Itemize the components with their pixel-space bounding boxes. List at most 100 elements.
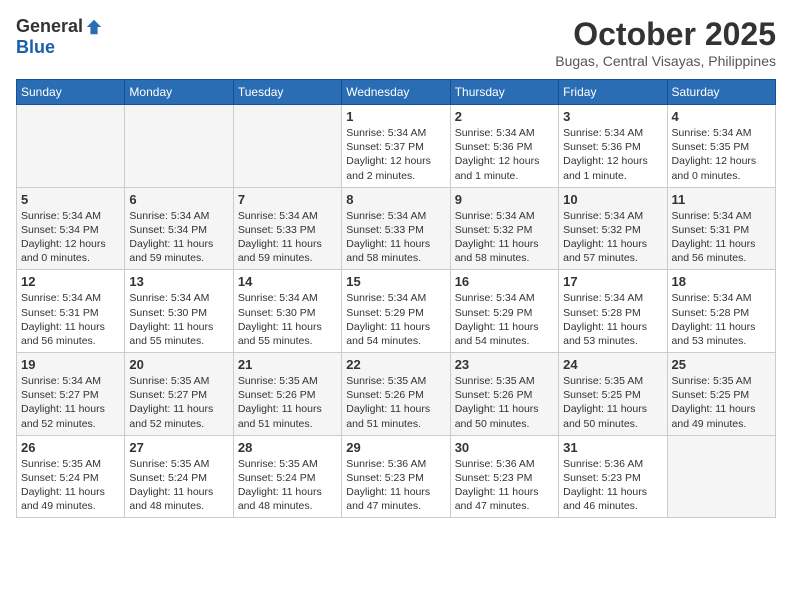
day-info: Sunrise: 5:34 AM Sunset: 5:30 PM Dayligh…	[238, 291, 337, 348]
day-number: 18	[672, 274, 771, 289]
calendar-cell: 19 Sunrise: 5:34 AM Sunset: 5:27 PM Dayli…	[17, 353, 125, 436]
month-title: October 2025	[555, 16, 776, 53]
calendar-cell: 28Sunrise: 5:35 AM Sunset: 5:24 PM Dayli…	[233, 435, 341, 518]
day-info: Sunrise: 5:34 AM Sunset: 5:31 PM Dayligh…	[672, 209, 771, 266]
calendar-cell: 2Sunrise: 5:34 AM Sunset: 5:36 PM Daylig…	[450, 105, 558, 188]
logo-blue-text: Blue	[16, 37, 55, 57]
calendar-cell: 24Sunrise: 5:35 AM Sunset: 5:25 PM Dayli…	[559, 353, 667, 436]
calendar-cell: 31 Sunrise: 5:36 AM Sunset: 5:23 PM Dayli…	[559, 435, 667, 518]
day-number: 6	[129, 192, 228, 207]
day-info: Sunrise: 5:35 AM Sunset: 5:24 PM Dayligh…	[21, 457, 120, 514]
weekday-header: Tuesday	[233, 80, 341, 105]
calendar-cell: 21 Sunrise: 5:35 AM Sunset: 5:26 PM Dayli…	[233, 353, 341, 436]
day-info: Sunrise: 5:34 AM Sunset: 5:34 PM Dayligh…	[129, 209, 228, 266]
day-number: 16	[455, 274, 554, 289]
calendar-table: SundayMondayTuesdayWednesdayThursdayFrid…	[16, 79, 776, 518]
day-info: Sunrise: 5:34 AM Sunset: 5:29 PM Dayligh…	[346, 291, 445, 348]
day-number: 21	[238, 357, 337, 372]
day-number: 11	[672, 192, 771, 207]
day-info: Sunrise: 5:34 AM Sunset: 5:36 PM Dayligh…	[563, 126, 662, 183]
calendar-cell: 27Sunrise: 5:35 AM Sunset: 5:24 PM Dayli…	[125, 435, 233, 518]
day-number: 5	[21, 192, 120, 207]
day-info: Sunrise: 5:34 AM Sunset: 5:32 PM Dayligh…	[563, 209, 662, 266]
calendar-week-row: 19 Sunrise: 5:34 AM Sunset: 5:27 PM Dayli…	[17, 353, 776, 436]
logo-general-text: General	[16, 16, 83, 37]
day-number: 3	[563, 109, 662, 124]
calendar-cell: 5 Sunrise: 5:34 AM Sunset: 5:34 PM Daylig…	[17, 187, 125, 270]
day-number: 15	[346, 274, 445, 289]
calendar-cell: 22 Sunrise: 5:35 AM Sunset: 5:26 PM Dayli…	[342, 353, 450, 436]
logo: General Blue	[16, 16, 103, 58]
day-info: Sunrise: 5:34 AM Sunset: 5:28 PM Dayligh…	[563, 291, 662, 348]
calendar-cell	[17, 105, 125, 188]
calendar-cell: 14 Sunrise: 5:34 AM Sunset: 5:30 PM Dayli…	[233, 270, 341, 353]
day-number: 12	[21, 274, 120, 289]
title-section: October 2025 Bugas, Central Visayas, Phi…	[555, 16, 776, 69]
calendar-cell: 20Sunrise: 5:35 AM Sunset: 5:27 PM Dayli…	[125, 353, 233, 436]
day-info: Sunrise: 5:35 AM Sunset: 5:26 PM Dayligh…	[346, 374, 445, 431]
day-number: 31	[563, 440, 662, 455]
day-number: 20	[129, 357, 228, 372]
calendar-cell: 12 Sunrise: 5:34 AM Sunset: 5:31 PM Dayli…	[17, 270, 125, 353]
day-info: Sunrise: 5:34 AM Sunset: 5:32 PM Dayligh…	[455, 209, 554, 266]
day-info: Sunrise: 5:35 AM Sunset: 5:25 PM Dayligh…	[563, 374, 662, 431]
day-info: Sunrise: 5:34 AM Sunset: 5:30 PM Dayligh…	[129, 291, 228, 348]
day-info: Sunrise: 5:34 AM Sunset: 5:27 PM Dayligh…	[21, 374, 120, 431]
weekday-header: Wednesday	[342, 80, 450, 105]
day-number: 17	[563, 274, 662, 289]
day-number: 9	[455, 192, 554, 207]
calendar-cell: 23Sunrise: 5:35 AM Sunset: 5:26 PM Dayli…	[450, 353, 558, 436]
calendar-cell: 8Sunrise: 5:34 AM Sunset: 5:33 PM Daylig…	[342, 187, 450, 270]
day-number: 19	[21, 357, 120, 372]
day-info: Sunrise: 5:34 AM Sunset: 5:34 PM Dayligh…	[21, 209, 120, 266]
day-info: Sunrise: 5:34 AM Sunset: 5:29 PM Dayligh…	[455, 291, 554, 348]
day-number: 26	[21, 440, 120, 455]
calendar-week-row: 26 Sunrise: 5:35 AM Sunset: 5:24 PM Dayli…	[17, 435, 776, 518]
day-info: Sunrise: 5:35 AM Sunset: 5:24 PM Dayligh…	[238, 457, 337, 514]
day-number: 7	[238, 192, 337, 207]
day-number: 8	[346, 192, 445, 207]
calendar-cell: 30 Sunrise: 5:36 AM Sunset: 5:23 PM Dayli…	[450, 435, 558, 518]
calendar-cell: 29 Sunrise: 5:36 AM Sunset: 5:23 PM Dayli…	[342, 435, 450, 518]
weekday-header: Thursday	[450, 80, 558, 105]
calendar-cell: 3 Sunrise: 5:34 AM Sunset: 5:36 PM Daylig…	[559, 105, 667, 188]
day-info: Sunrise: 5:34 AM Sunset: 5:28 PM Dayligh…	[672, 291, 771, 348]
day-number: 22	[346, 357, 445, 372]
calendar-header-row: SundayMondayTuesdayWednesdayThursdayFrid…	[17, 80, 776, 105]
day-info: Sunrise: 5:35 AM Sunset: 5:24 PM Dayligh…	[129, 457, 228, 514]
weekday-header: Monday	[125, 80, 233, 105]
day-number: 4	[672, 109, 771, 124]
calendar-cell: 26 Sunrise: 5:35 AM Sunset: 5:24 PM Dayli…	[17, 435, 125, 518]
calendar-cell: 13Sunrise: 5:34 AM Sunset: 5:30 PM Dayli…	[125, 270, 233, 353]
weekday-header: Saturday	[667, 80, 775, 105]
logo-icon	[85, 18, 103, 36]
day-number: 30	[455, 440, 554, 455]
day-number: 23	[455, 357, 554, 372]
day-number: 10	[563, 192, 662, 207]
calendar-cell: 1Sunrise: 5:34 AM Sunset: 5:37 PM Daylig…	[342, 105, 450, 188]
calendar-cell: 16 Sunrise: 5:34 AM Sunset: 5:29 PM Dayli…	[450, 270, 558, 353]
location: Bugas, Central Visayas, Philippines	[555, 53, 776, 69]
day-info: Sunrise: 5:34 AM Sunset: 5:36 PM Dayligh…	[455, 126, 554, 183]
day-info: Sunrise: 5:35 AM Sunset: 5:25 PM Dayligh…	[672, 374, 771, 431]
calendar-cell: 10 Sunrise: 5:34 AM Sunset: 5:32 PM Dayli…	[559, 187, 667, 270]
day-number: 14	[238, 274, 337, 289]
calendar-cell: 15 Sunrise: 5:34 AM Sunset: 5:29 PM Dayli…	[342, 270, 450, 353]
calendar-cell: 11 Sunrise: 5:34 AM Sunset: 5:31 PM Dayli…	[667, 187, 775, 270]
day-info: Sunrise: 5:34 AM Sunset: 5:37 PM Dayligh…	[346, 126, 445, 183]
calendar-cell: 17 Sunrise: 5:34 AM Sunset: 5:28 PM Dayli…	[559, 270, 667, 353]
day-info: Sunrise: 5:36 AM Sunset: 5:23 PM Dayligh…	[455, 457, 554, 514]
day-info: Sunrise: 5:34 AM Sunset: 5:35 PM Dayligh…	[672, 126, 771, 183]
day-info: Sunrise: 5:35 AM Sunset: 5:26 PM Dayligh…	[238, 374, 337, 431]
calendar-week-row: 1Sunrise: 5:34 AM Sunset: 5:37 PM Daylig…	[17, 105, 776, 188]
day-info: Sunrise: 5:36 AM Sunset: 5:23 PM Dayligh…	[563, 457, 662, 514]
page-header: General Blue October 2025 Bugas, Central…	[16, 16, 776, 69]
calendar-cell: 4 Sunrise: 5:34 AM Sunset: 5:35 PM Daylig…	[667, 105, 775, 188]
day-number: 25	[672, 357, 771, 372]
calendar-cell: 6 Sunrise: 5:34 AM Sunset: 5:34 PM Daylig…	[125, 187, 233, 270]
day-info: Sunrise: 5:36 AM Sunset: 5:23 PM Dayligh…	[346, 457, 445, 514]
calendar-cell	[125, 105, 233, 188]
calendar-cell	[667, 435, 775, 518]
day-info: Sunrise: 5:34 AM Sunset: 5:31 PM Dayligh…	[21, 291, 120, 348]
day-number: 29	[346, 440, 445, 455]
